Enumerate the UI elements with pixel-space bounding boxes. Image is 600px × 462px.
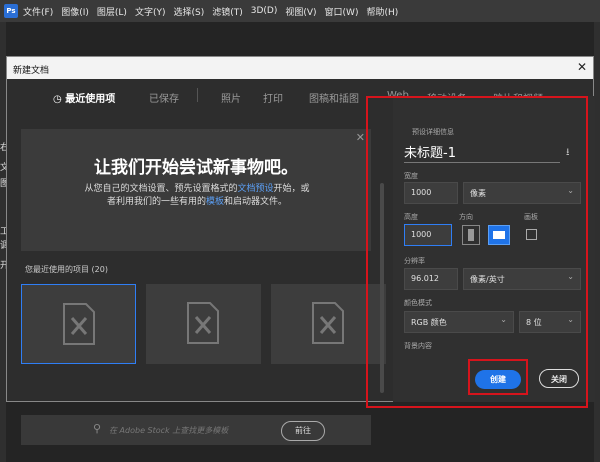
menu-select[interactable]: 选择(S) xyxy=(173,5,204,18)
menu-view[interactable]: 视图(V) xyxy=(285,5,316,18)
document-icon xyxy=(312,302,344,344)
menu-bar: Ps 文件(F) 图像(I) 图层(L) 文字(Y) 选择(S) 滤镜(T) 3… xyxy=(0,0,600,22)
dialog-titlebar: 新建文档 ✕ xyxy=(7,57,593,79)
photoshop-logo: Ps xyxy=(4,4,18,18)
search-icon: ⚲ xyxy=(93,422,102,435)
highlight-create-button xyxy=(468,359,528,395)
welcome-panel: 让我们开始尝试新事物吧。 从您自己的文档设置、预先设置格式的文档预设开始，或者利… xyxy=(21,129,371,251)
go-button[interactable]: 前往 xyxy=(281,421,325,441)
recent-item[interactable] xyxy=(146,284,261,364)
search-input[interactable]: 在 Adobe Stock 上查找更多模板 xyxy=(109,425,228,436)
dismiss-icon[interactable]: ✕ xyxy=(356,131,365,144)
recent-label-text: 您最近使用的项目 xyxy=(25,265,89,274)
tab-photo[interactable]: 照片 xyxy=(221,90,241,105)
tab-label: 最近使用项 xyxy=(65,94,116,105)
recent-items-label: 您最近使用的项目 (20) xyxy=(25,264,108,275)
menu-file[interactable]: 文件(F) xyxy=(23,5,53,18)
presets-link[interactable]: 文档预设 xyxy=(237,184,273,194)
document-icon xyxy=(187,302,219,344)
recent-pane: 让我们开始尝试新事物吧。 从您自己的文档设置、预先设置格式的文档预设开始，或者利… xyxy=(15,119,386,445)
stock-search-bar: ⚲ 在 Adobe Stock 上查找更多模板 前往 xyxy=(21,415,371,445)
tab-print[interactable]: 打印 xyxy=(263,90,283,105)
recent-item[interactable] xyxy=(21,284,136,364)
menu-3d[interactable]: 3D(D) xyxy=(251,6,278,16)
document-icon xyxy=(63,303,95,345)
menu-type[interactable]: 文字(Y) xyxy=(135,5,166,18)
clock-icon: ◷ xyxy=(53,94,62,105)
menu-layer[interactable]: 图层(L) xyxy=(97,5,127,18)
tab-art-illustration[interactable]: 图稿和插图 xyxy=(309,90,359,105)
dialog-title: 新建文档 xyxy=(13,66,50,76)
welcome-title: 让我们开始尝试新事物吧。 xyxy=(94,158,298,178)
close-icon[interactable]: ✕ xyxy=(577,60,587,74)
tab-saved[interactable]: 已保存 xyxy=(149,90,179,105)
tab-recent[interactable]: ◷ 最近使用项 xyxy=(53,90,115,105)
menu-window[interactable]: 窗口(W) xyxy=(325,5,359,18)
menu-image[interactable]: 图像(I) xyxy=(61,5,89,18)
menu-help[interactable]: 帮助(H) xyxy=(366,5,398,18)
menu-filter[interactable]: 滤镜(T) xyxy=(212,5,243,18)
recent-count: (20) xyxy=(91,265,108,274)
tab-divider xyxy=(197,88,198,102)
templates-link[interactable]: 模板 xyxy=(206,197,224,207)
welcome-text-part: 从您自己的文档设置、预先设置格式的 xyxy=(84,184,238,194)
welcome-text: 从您自己的文档设置、预先设置格式的文档预设开始，或者利用我们的一些有用的模板和启… xyxy=(81,183,313,209)
welcome-text-part: 和启动器文件。 xyxy=(224,197,288,207)
